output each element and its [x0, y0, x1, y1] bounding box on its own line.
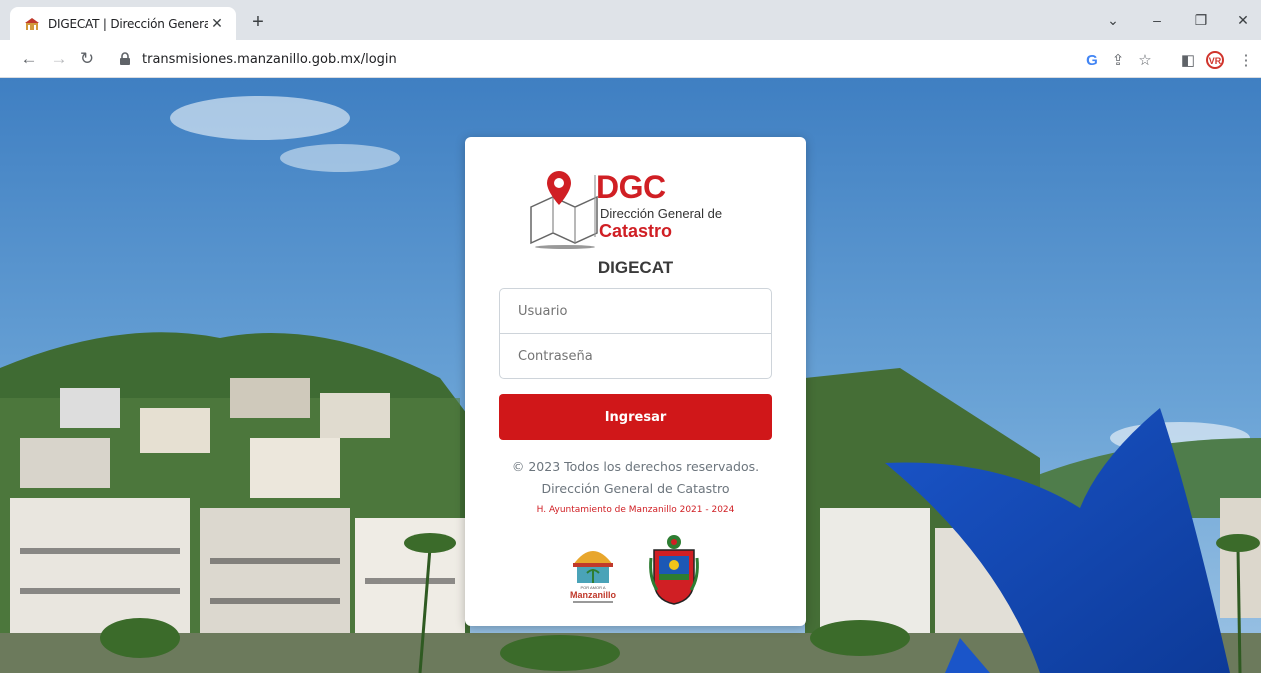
star-icon[interactable]: ☆ — [1135, 50, 1155, 70]
extension-icon[interactable]: VR — [1205, 50, 1225, 70]
window-close-icon[interactable]: ✕ — [1228, 10, 1258, 30]
manzanillo-logo-icon: POR AMOR A Manzanillo — [570, 551, 617, 603]
kebab-menu-icon[interactable]: ⋮ — [1236, 50, 1256, 70]
council-text: H. Ayuntamiento de Manzanillo 2021 - 202… — [536, 505, 735, 515]
reload-icon[interactable]: ↻ — [76, 48, 98, 70]
copyright-text: © 2023 Todos los derechos reservados. — [511, 459, 760, 474]
back-arrow-icon[interactable]: ← — [18, 48, 40, 70]
url-text: transmisiones.manzanillo.gob.mx/login — [142, 51, 397, 67]
logo-subtitle: Dirección General de — [600, 206, 723, 221]
login-card: DGC Dirección General de Catastro DIGECA… — [465, 137, 806, 626]
restore-icon[interactable]: ❐ — [1186, 10, 1216, 30]
plus-icon[interactable]: + — [246, 10, 270, 34]
tab-title: DIGECAT | Dirección General de C — [48, 16, 208, 31]
username-input[interactable] — [499, 288, 772, 334]
logo-subtitle-2: Catastro — [599, 221, 673, 241]
seal1-text: Manzanillo — [570, 590, 617, 600]
coat-of-arms-icon — [649, 535, 699, 605]
page-viewport: DGC Dirección General de Catastro DIGECA… — [0, 78, 1261, 673]
browser-tab[interactable]: DIGECAT | Dirección General de C ✕ — [10, 7, 236, 40]
share-icon[interactable]: ⇪ — [1108, 50, 1128, 70]
forward-arrow-icon[interactable]: → — [48, 48, 70, 70]
password-input[interactable] — [499, 333, 772, 379]
building-favicon-icon — [25, 17, 39, 30]
tab-search-icon[interactable]: ⌄ — [1098, 10, 1128, 30]
side-panel-icon[interactable]: ◧ — [1178, 50, 1198, 70]
browser-tab-bar: DIGECAT | Dirección General de C ✕ + ⌄ –… — [0, 0, 1261, 40]
logo-title: DGC — [596, 169, 666, 205]
login-button[interactable]: Ingresar — [499, 394, 772, 440]
minimize-icon[interactable]: – — [1142, 10, 1172, 30]
app-name: DIGECAT — [597, 258, 674, 277]
org-text: Dirección General de Catastro — [541, 481, 730, 496]
google-icon[interactable]: G — [1082, 50, 1102, 70]
lock-icon — [120, 52, 130, 65]
browser-toolbar: ← → ↻ transmisiones.manzanillo.gob.mx/lo… — [0, 40, 1261, 78]
address-bar[interactable]: transmisiones.manzanillo.gob.mx/login — [104, 44, 1104, 74]
close-icon[interactable]: ✕ — [208, 15, 226, 33]
svg-text:VR: VR — [1209, 56, 1222, 66]
